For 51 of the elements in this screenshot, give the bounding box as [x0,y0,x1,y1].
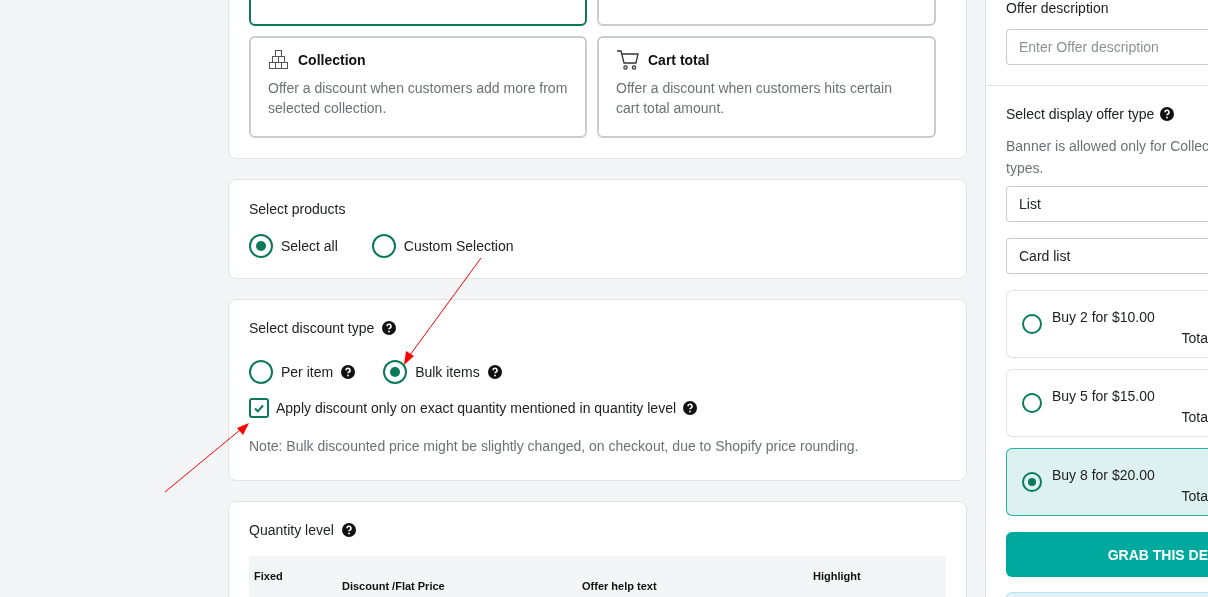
column-header: Fixed [254,570,284,584]
column-header: Highlight [813,570,862,584]
description-input[interactable]: Enter Offer description [1006,29,1208,65]
note-text: Note: Bulk discounted price might be slightly changed, on checkout, due to Shopify price rounding. [249,438,860,454]
radio-label: Per item [281,364,334,380]
section-title: Select discount type [249,320,375,336]
offer-label: Buy 8 for $20.00 [1052,467,1155,483]
section-title: Select products [249,201,346,217]
help-icon[interactable] [341,365,356,379]
help-icon[interactable] [487,365,502,379]
field-label: Offer description [1006,0,1110,16]
option-description: Offer a discount when customers add more from selected collection. [268,79,568,118]
offer-total: Tota [1181,330,1208,346]
radio-button[interactable] [249,360,273,384]
note-text: Banner is allowed only for Collec [1006,137,1208,156]
radio-label: Select all [281,238,338,254]
column-header: Offer help text [582,579,658,594]
offer-label: Buy 2 for $10.00 [1052,309,1155,325]
offer-option[interactable]: Buy 2 for $10.00 Tota [1006,290,1208,358]
radio-button[interactable] [371,234,396,258]
radio-button[interactable] [1022,472,1042,492]
check-icon [254,403,264,413]
section-title: Quantity level [249,522,334,538]
checkbox-label: Apply discount only on exact quantity mentioned in quantity level [276,400,677,416]
select-field[interactable]: List [1006,186,1208,222]
help-icon[interactable] [382,321,397,335]
column-header: Discount /Flat Price [342,579,446,594]
radio-button[interactable] [249,234,273,258]
option-title: Cart total [648,52,710,68]
radio-label: Custom Selection [403,238,514,254]
radio-label: Bulk items [415,364,480,380]
offer-total: Tota [1181,488,1208,504]
offer-option[interactable]: Buy 8 for $20.00 Tota [1006,448,1208,516]
offer-total: Tota [1181,409,1208,425]
radio-button[interactable] [1022,393,1042,413]
radio-button[interactable] [1022,314,1042,334]
offer-label: Buy 5 for $15.00 [1052,388,1155,404]
cart-icon [616,49,640,71]
option-description: Offer a discount when customers hits certain cart total amount. [616,79,893,118]
help-icon[interactable] [1160,107,1175,121]
help-icon[interactable] [341,523,356,537]
checkbox[interactable] [249,398,269,418]
offer-option[interactable]: Buy 5 for $15.00 Tota [1006,369,1208,437]
section-title: Select display offer type [1006,106,1155,122]
offer-type-option[interactable]: Cart total Offer a discount when customers hits certain cart total amount. [597,36,936,138]
offer-type-option[interactable]: Collection Offer a discount when customers add more from selected collection. [249,36,587,138]
select-field[interactable]: Card list [1006,238,1208,274]
note-text: types. [1006,159,1045,178]
option-title: Collection [298,52,366,68]
boxes-icon [268,49,290,71]
help-icon[interactable] [683,401,698,415]
